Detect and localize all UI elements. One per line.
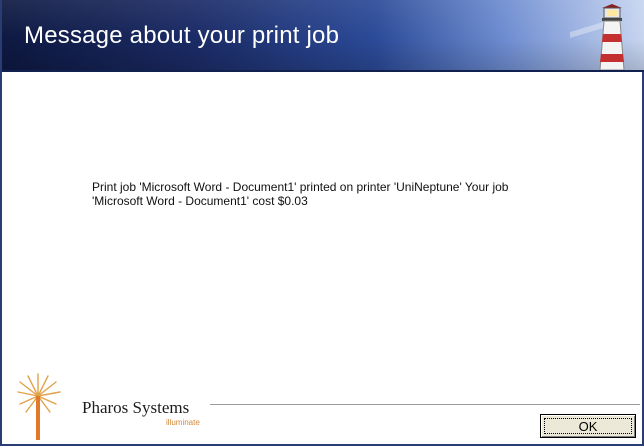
pharos-burst-logo-icon — [17, 373, 61, 440]
footer-divider — [210, 404, 640, 408]
brand-name: Pharos Systems — [82, 398, 190, 417]
header-banner: Message about your print job — [2, 0, 644, 70]
brand-tagline: illuminate — [166, 418, 200, 427]
print-message-dialog: Message about your print job Print job '… — [0, 0, 644, 446]
banner-bottom-border — [2, 70, 644, 72]
ok-button[interactable]: OK — [540, 414, 636, 438]
lighthouse-icon — [570, 4, 625, 70]
ok-focus-rect — [544, 418, 632, 434]
message-line-1: Print job 'Microsoft Word - Document1' p… — [92, 180, 509, 194]
print-job-message: Print job 'Microsoft Word - Document1' p… — [92, 180, 582, 208]
dialog-title: Message about your print job — [24, 22, 340, 49]
message-line-2: 'Microsoft Word - Document1' cost $0.03 — [92, 194, 308, 208]
